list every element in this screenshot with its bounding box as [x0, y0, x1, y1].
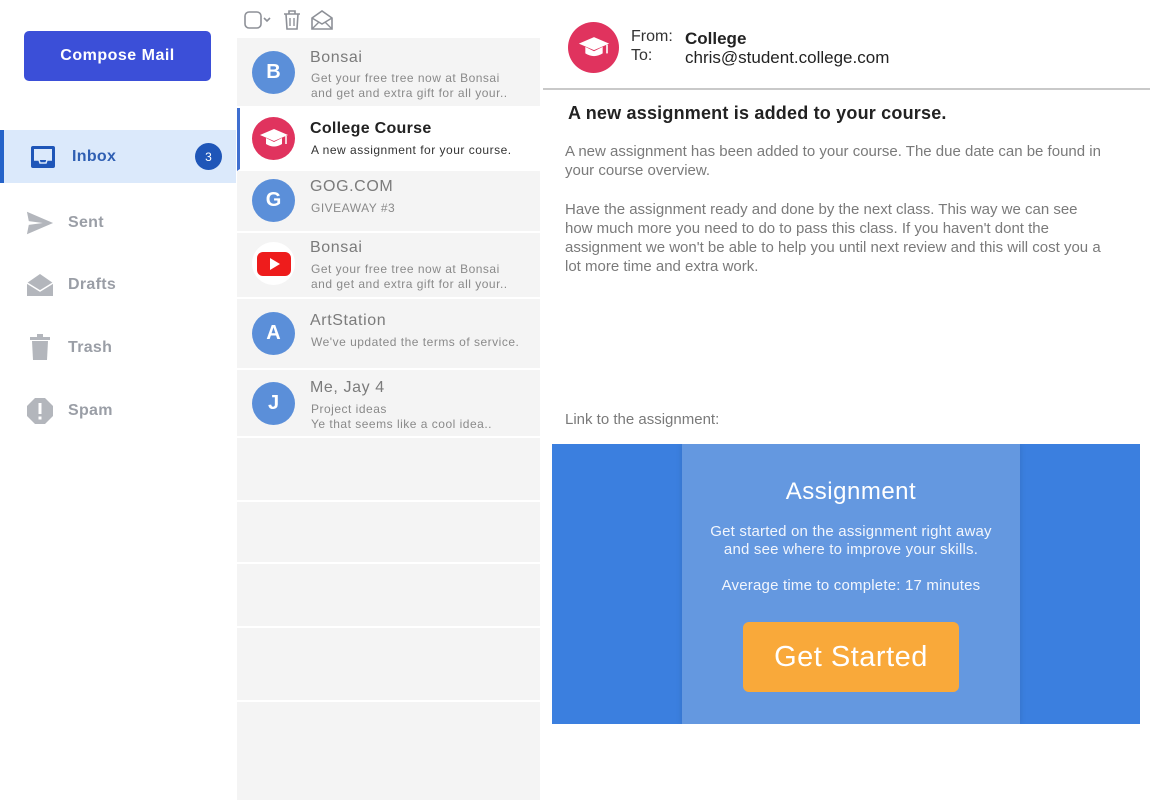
mail-snippet-line: Project ideas: [311, 402, 387, 416]
select-all-checkbox-icon[interactable]: [243, 10, 273, 30]
mail-list: B Bonsai Get your free tree now at Bonsa…: [237, 38, 540, 800]
send-icon: [26, 209, 54, 237]
mail-snippet-line: Get your free tree now at Bonsai: [311, 262, 500, 276]
mail-list-empty-row: [237, 628, 540, 702]
mark-read-icon[interactable]: [311, 10, 333, 30]
mail-snippet-line: and get and extra gift for all your..: [311, 277, 508, 291]
sender-avatar: J: [252, 382, 295, 425]
to-value: chris@student.college.com: [685, 48, 890, 67]
mail-list-item[interactable]: A ArtStation We've updated the terms of …: [237, 299, 540, 370]
youtube-icon: [252, 242, 295, 285]
from-value: College: [685, 29, 747, 48]
sidebar-item-label: Drafts: [68, 275, 117, 293]
delete-icon[interactable]: [283, 10, 301, 30]
assignment-card-time: Average time to complete: 17 minutes: [721, 577, 981, 594]
trash-icon: [26, 334, 54, 362]
spam-icon: [26, 397, 54, 425]
email-paragraph: Have the assignment ready and done by th…: [565, 201, 1101, 275]
mail-snippet-line: Ye that seems like a cool idea..: [311, 417, 492, 431]
sidebar-item-inbox[interactable]: Inbox 3: [0, 130, 236, 183]
sender-name: Bonsai: [310, 239, 363, 256]
sidebar: Compose Mail Inbox 3 Sent Drafts Trash S…: [0, 0, 237, 800]
assignment-card: Assignment Get started on the assignment…: [552, 444, 1140, 724]
graduation-cap-icon: [252, 117, 295, 160]
sender-name: ArtStation: [310, 312, 387, 329]
sender-name: College Course: [310, 120, 432, 137]
mail-list-item[interactable]: Bonsai Get your free tree now at Bonsai …: [237, 233, 540, 299]
mail-app: Compose Mail Inbox 3 Sent Drafts Trash S…: [0, 0, 1150, 800]
mail-snippet-line: We've updated the terms of service.: [311, 335, 520, 349]
sidebar-item-label: Inbox: [72, 147, 117, 165]
sidebar-item-spam[interactable]: Spam: [0, 384, 236, 437]
email-paragraph: A new assignment has been added to your …: [565, 143, 1101, 179]
compose-mail-button[interactable]: Compose Mail: [24, 31, 211, 81]
sidebar-item-sent[interactable]: Sent: [0, 196, 236, 249]
mail-list-item[interactable]: G GOG.COM GIVEAWAY #3: [237, 171, 540, 233]
sender-name: Me, Jay 4: [310, 379, 385, 396]
sidebar-item-trash[interactable]: Trash: [0, 321, 236, 374]
sender-name: Bonsai: [310, 49, 363, 66]
sidebar-item-label: Trash: [68, 338, 113, 356]
mail-list-empty-row: [237, 564, 540, 628]
mail-list-toolbar: [243, 8, 333, 32]
assignment-card-text: Get started on the assignment right away…: [710, 523, 992, 558]
to-label: To:: [631, 47, 653, 64]
header-divider: [543, 88, 1150, 90]
mail-list-empty-row: [237, 438, 540, 502]
sender-avatar: G: [252, 179, 295, 222]
mail-list-empty-row: [237, 502, 540, 564]
sender-avatar: A: [252, 312, 295, 355]
reading-pane: From: To: College chris@student.college.…: [540, 0, 1150, 800]
inbox-icon: [29, 143, 57, 171]
assignment-card-title: Assignment: [785, 478, 917, 505]
get-started-button[interactable]: Get Started: [743, 622, 959, 692]
graduation-cap-icon: [568, 22, 619, 73]
sidebar-item-label: Spam: [68, 401, 113, 419]
mail-snippet-line: Get your free tree now at Bonsai: [311, 71, 500, 85]
assignment-card-panel: Assignment Get started on the assignment…: [682, 444, 1020, 724]
sidebar-item-label: Sent: [68, 213, 104, 231]
link-label: Link to the assignment:: [565, 411, 720, 428]
mail-snippet-line: A new assignment for your course.: [311, 143, 512, 157]
from-label: From:: [631, 28, 673, 45]
sidebar-item-drafts[interactable]: Drafts: [0, 258, 236, 311]
mail-list-empty-row: [237, 702, 540, 800]
mail-snippet-line: and get and extra gift for all your..: [311, 86, 508, 100]
sender-name: GOG.COM: [310, 178, 394, 195]
email-subject: A new assignment is added to your course…: [568, 103, 947, 123]
mail-list-item-selected[interactable]: College Course A new assignment for your…: [237, 108, 540, 171]
sender-avatar: B: [252, 51, 295, 94]
mail-snippet-line: GIVEAWAY #3: [311, 201, 396, 215]
drafts-icon: [26, 271, 54, 299]
unread-count-badge: 3: [195, 143, 222, 170]
mail-list-item[interactable]: B Bonsai Get your free tree now at Bonsa…: [237, 38, 540, 108]
mail-list-item[interactable]: J Me, Jay 4 Project ideas Ye that seems …: [237, 370, 540, 438]
